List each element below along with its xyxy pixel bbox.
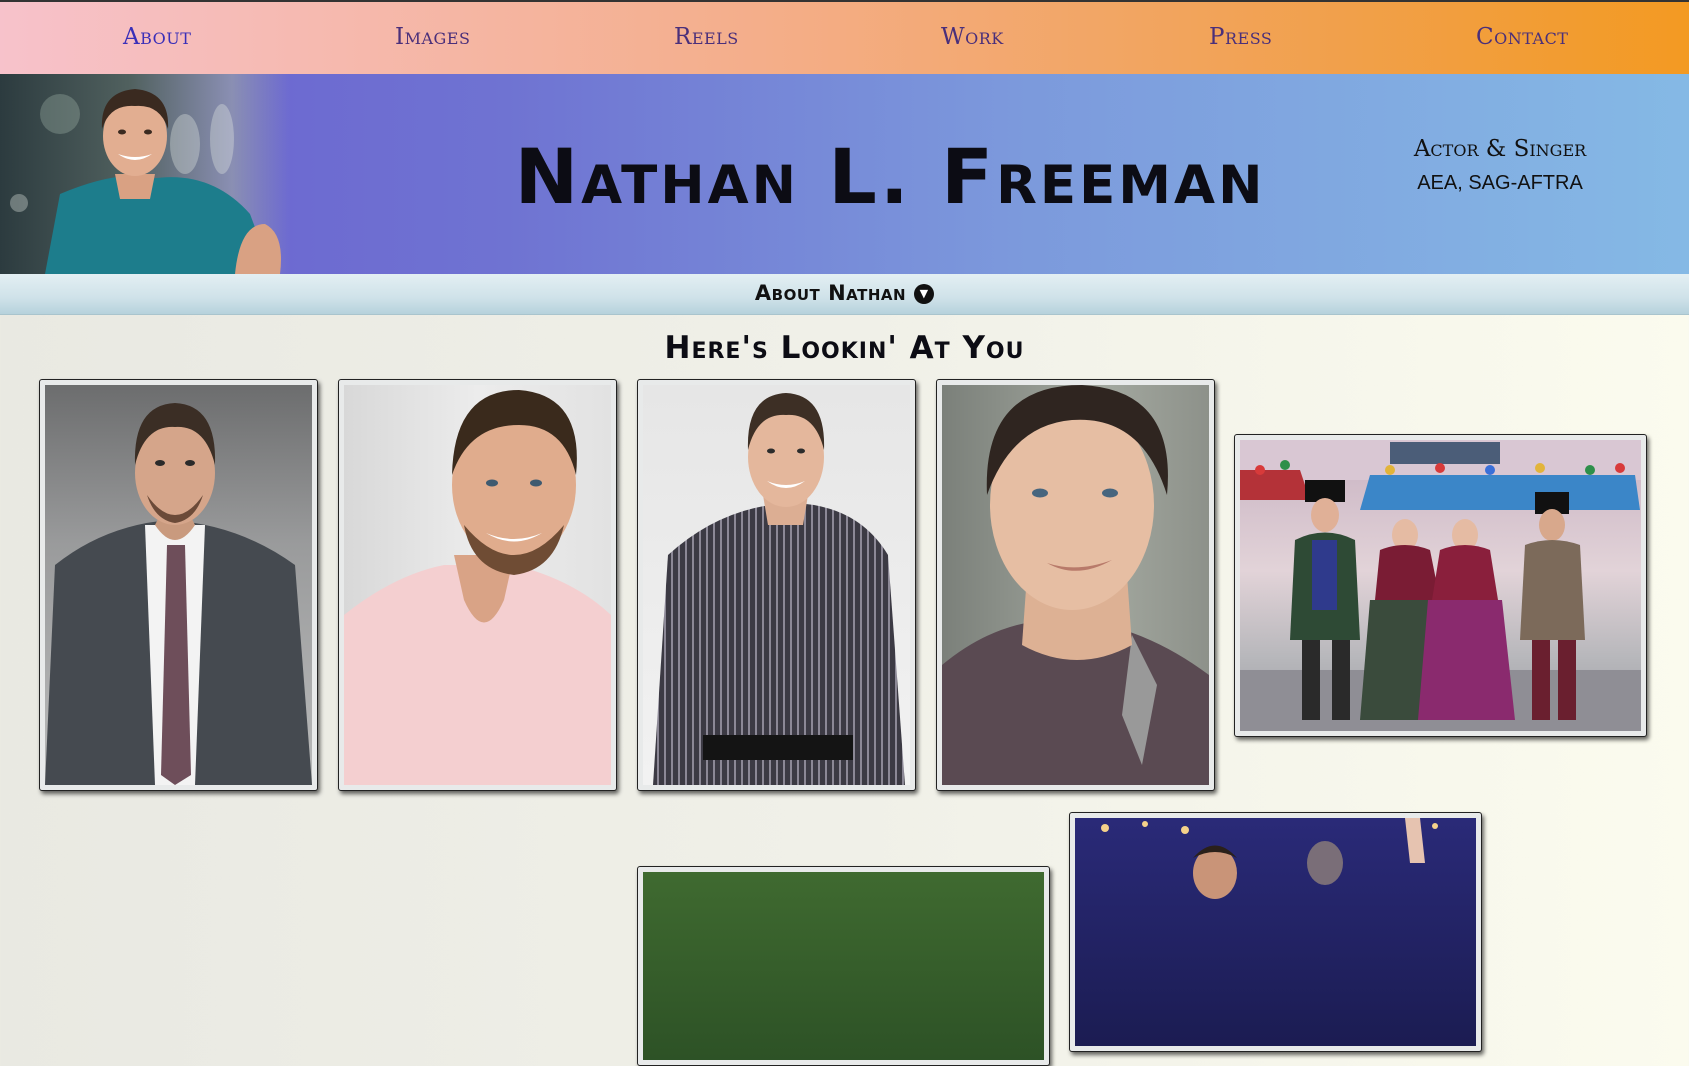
nav-link-about[interactable]: About xyxy=(123,24,191,50)
unions-text: AEA, SAG-AFTRA xyxy=(1417,172,1583,194)
nav-link-reels[interactable]: Reels xyxy=(674,24,739,50)
site-title: Nathan L. Freeman xyxy=(514,132,1266,221)
photo-main-street-carolers[interactable] xyxy=(1234,434,1647,737)
photo-headshot-pink-shirt[interactable] xyxy=(338,379,617,791)
photo-headshot-suit[interactable] xyxy=(39,379,318,791)
photo-headshot-striped-shirt[interactable] xyxy=(637,379,916,791)
chevron-down-circle-icon: ▼ xyxy=(914,284,935,304)
tagline: Actor & Singer AEA, SAG-AFTRA xyxy=(1390,136,1610,195)
sub-navigation-bar: About Nathan ▼ xyxy=(0,274,1689,315)
gallery-heading: Here's Lookin' At You xyxy=(664,330,1025,366)
dropdown-label: About Nathan xyxy=(754,281,907,305)
photo-headshot-close-up[interactable] xyxy=(936,379,1215,791)
nav-link-press[interactable]: Press xyxy=(1209,24,1272,50)
photo-garden[interactable] xyxy=(637,866,1050,1066)
top-navigation: About Images Reels Work Press Contact xyxy=(0,0,1689,74)
role-text: Actor & Singer xyxy=(1413,136,1587,162)
nav-link-images[interactable]: Images xyxy=(395,24,470,50)
about-nathan-dropdown[interactable]: About Nathan ▼ xyxy=(754,281,935,305)
nav-link-work[interactable]: Work xyxy=(941,24,1004,50)
nav-link-contact[interactable]: Contact xyxy=(1476,24,1568,50)
header-portrait-photo xyxy=(0,74,290,274)
photo-stage-performance[interactable] xyxy=(1069,812,1482,1052)
header-banner: Nathan L. Freeman Actor & Singer AEA, SA… xyxy=(0,74,1689,274)
